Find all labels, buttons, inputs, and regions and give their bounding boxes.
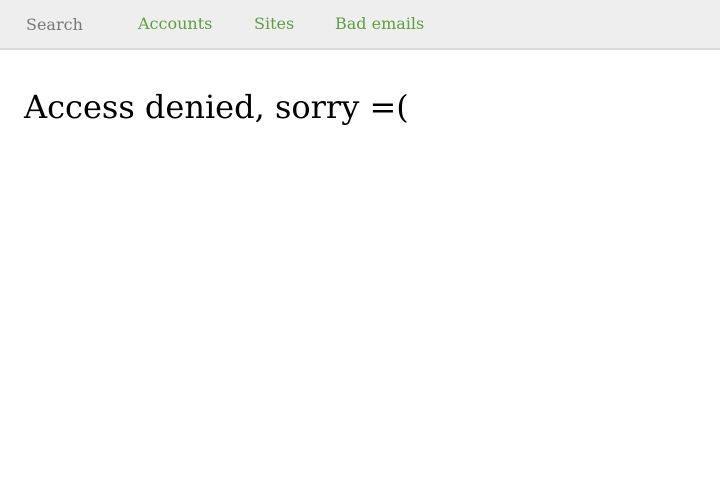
access-denied-message: Access denied, sorry =( bbox=[24, 88, 409, 126]
nav-link-accounts[interactable]: Accounts bbox=[138, 14, 212, 34]
top-nav-bar: Accounts Sites Bad emails bbox=[0, 0, 720, 50]
search-input[interactable] bbox=[18, 9, 126, 39]
nav-link-sites[interactable]: Sites bbox=[254, 14, 294, 34]
nav-link-bad-emails[interactable]: Bad emails bbox=[335, 14, 424, 34]
